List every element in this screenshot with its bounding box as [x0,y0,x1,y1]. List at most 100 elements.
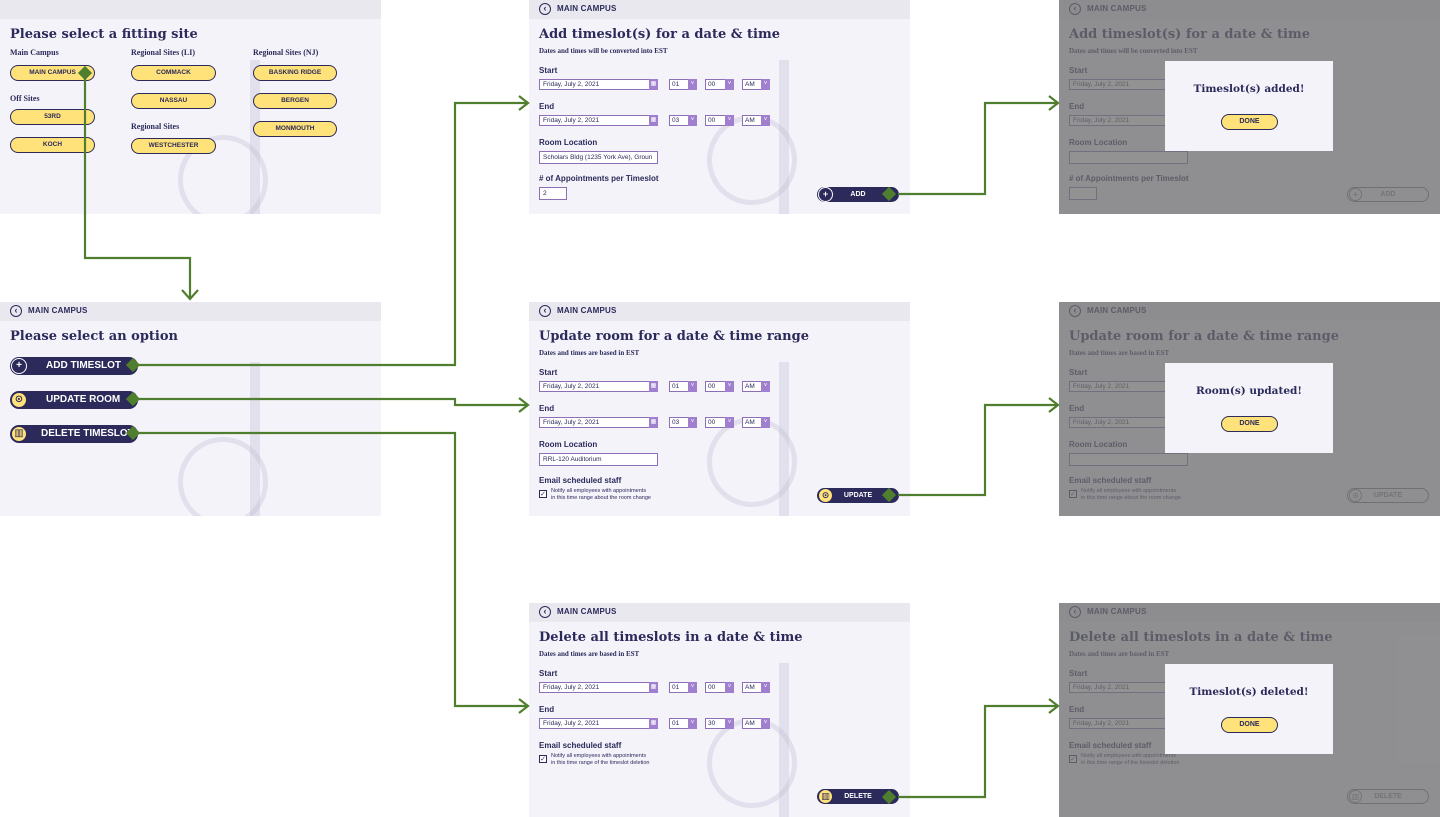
chevron-down-icon: ˅ [725,718,734,729]
appointments-input[interactable]: 2 [539,187,567,200]
notify-checkbox[interactable]: ✓ [539,490,547,498]
site-koch[interactable]: KOCH [10,137,95,153]
delete-timeslot-button[interactable]: ▥ DELETE TIMESLOT [10,425,138,443]
chevron-down-icon: ˅ [761,417,770,428]
end-minute-select[interactable]: 00 ˅ [705,417,734,428]
watermark-bar [779,362,789,516]
site-main-campus[interactable]: MAIN CAMPUS [10,65,95,81]
select-value: 03 [672,419,680,426]
breadcrumb: MAIN CAMPUS [557,4,617,13]
calendar-icon[interactable]: ▦ [649,417,658,428]
end-hour-select[interactable]: 03 ˅ [669,417,697,428]
calendar-icon[interactable]: ▦ [649,718,658,729]
start-label: Start [539,368,558,377]
end-hour-select[interactable]: 03 ˅ [669,115,697,126]
done-button[interactable]: DONE [1221,114,1278,130]
chevron-down-icon: ˅ [688,682,697,693]
update-button[interactable]: ⊙ UPDATE [817,488,899,503]
site-nassau[interactable]: NASSAU [131,93,216,109]
topbar [0,0,381,19]
select-value: AM [745,419,755,426]
end-date-field[interactable]: Friday, July 2, 2021 [539,718,658,729]
select-value: AM [745,720,755,727]
start-minute-select[interactable]: 00 ˅ [705,381,734,392]
chevron-down-icon: ˅ [761,682,770,693]
update-room-button[interactable]: ⊙ UPDATE ROOM [10,391,138,409]
back-icon[interactable]: ‹ [10,305,22,317]
start-date-field[interactable]: Friday, July 2, 2021 [539,682,658,693]
arrowhead [518,95,530,111]
chevron-down-icon: ˅ [688,79,697,90]
start-hour-select[interactable]: 01 ˅ [669,381,697,392]
arrowhead [518,698,530,714]
chevron-down-icon: ˅ [725,417,734,428]
add-timeslot-button[interactable]: + ADD TIMESLOT [10,357,138,375]
room-location-input[interactable]: RRL-120 Auditorium [539,453,658,466]
select-value: 01 [672,81,680,88]
calendar-icon[interactable]: ▦ [649,682,658,693]
select-value: AM [745,117,755,124]
page-title: Delete all timeslots in a date & time [539,630,803,645]
calendar-icon[interactable]: ▦ [649,79,658,90]
notify-line-1: Notify all employees with appointments [551,488,647,494]
site-basking-ridge[interactable]: BASKING RIDGE [253,65,337,81]
back-icon[interactable]: ‹ [539,606,551,618]
select-value: 00 [708,684,716,691]
calendar-icon[interactable]: ▦ [649,115,658,126]
chevron-down-icon: ˅ [761,79,770,90]
calendar-icon[interactable]: ▦ [649,381,658,392]
start-ampm-select[interactable]: AM ˅ [742,79,770,90]
topbar: ‹ MAIN CAMPUS [529,603,910,622]
site-westchester[interactable]: WESTCHESTER [131,138,216,154]
chevron-down-icon: ˅ [725,381,734,392]
start-ampm-select[interactable]: AM ˅ [742,682,770,693]
site-bergen[interactable]: BERGEN [253,93,337,109]
watermark-bar [250,362,260,516]
end-hour-select[interactable]: 01 ˅ [669,718,697,729]
arrowhead [1048,95,1060,111]
location-pin-icon: ⊙ [818,488,833,503]
start-minute-select[interactable]: 00 ˅ [705,682,734,693]
room-location-input[interactable]: Scholars Bldg (1235 York Ave), Groun [539,151,658,164]
start-date-field[interactable]: Friday, July 2, 2021 [539,79,658,90]
end-date-field[interactable]: Friday, July 2, 2021 [539,115,658,126]
arrowhead [1048,698,1060,714]
group-label: Off Sites [10,94,40,103]
button-label: ADD [850,191,866,198]
arrowhead [181,289,199,301]
end-minute-select[interactable]: 30 ˅ [705,718,734,729]
notify-text: Notify all employees with appointmentsin… [551,753,649,766]
end-minute-select[interactable]: 00 ˅ [705,115,734,126]
start-hour-select[interactable]: 01 ˅ [669,79,697,90]
start-ampm-select[interactable]: AM ˅ [742,381,770,392]
delete-button[interactable]: ▥ DELETE [817,789,899,804]
start-minute-select[interactable]: 00 ˅ [705,79,734,90]
trash-icon: ▥ [818,789,833,804]
start-label: Start [539,66,558,75]
select-value: 00 [708,383,716,390]
site-commack[interactable]: COMMACK [131,65,216,81]
watermark-bar [779,663,789,817]
confirm-dialog: Room(s) updated! DONE [1165,363,1333,453]
notify-checkbox[interactable]: ✓ [539,755,547,763]
end-label: End [539,404,555,413]
end-ampm-select[interactable]: AM ˅ [742,718,770,729]
plus-icon: + [818,187,833,202]
chevron-down-icon: ˅ [761,381,770,392]
add-button[interactable]: + ADD [817,187,899,202]
email-staff-label: Email scheduled staff [539,741,622,750]
start-hour-select[interactable]: 01 ˅ [669,682,697,693]
site-53rd[interactable]: 53RD [10,109,95,125]
end-date-field[interactable]: Friday, July 2, 2021 [539,417,658,428]
end-ampm-select[interactable]: AM ˅ [742,115,770,126]
done-button[interactable]: DONE [1221,416,1278,432]
page-title: Update room for a date & time range [539,329,809,344]
start-date-field[interactable]: Friday, July 2, 2021 [539,381,658,392]
site-monmouth[interactable]: MONMOUTH [253,121,337,137]
end-ampm-select[interactable]: AM ˅ [742,417,770,428]
back-icon[interactable]: ‹ [539,305,551,317]
back-icon[interactable]: ‹ [539,3,551,15]
done-button[interactable]: DONE [1221,717,1278,733]
group-label: Regional Sites [131,122,180,131]
chevron-down-icon: ˅ [761,718,770,729]
